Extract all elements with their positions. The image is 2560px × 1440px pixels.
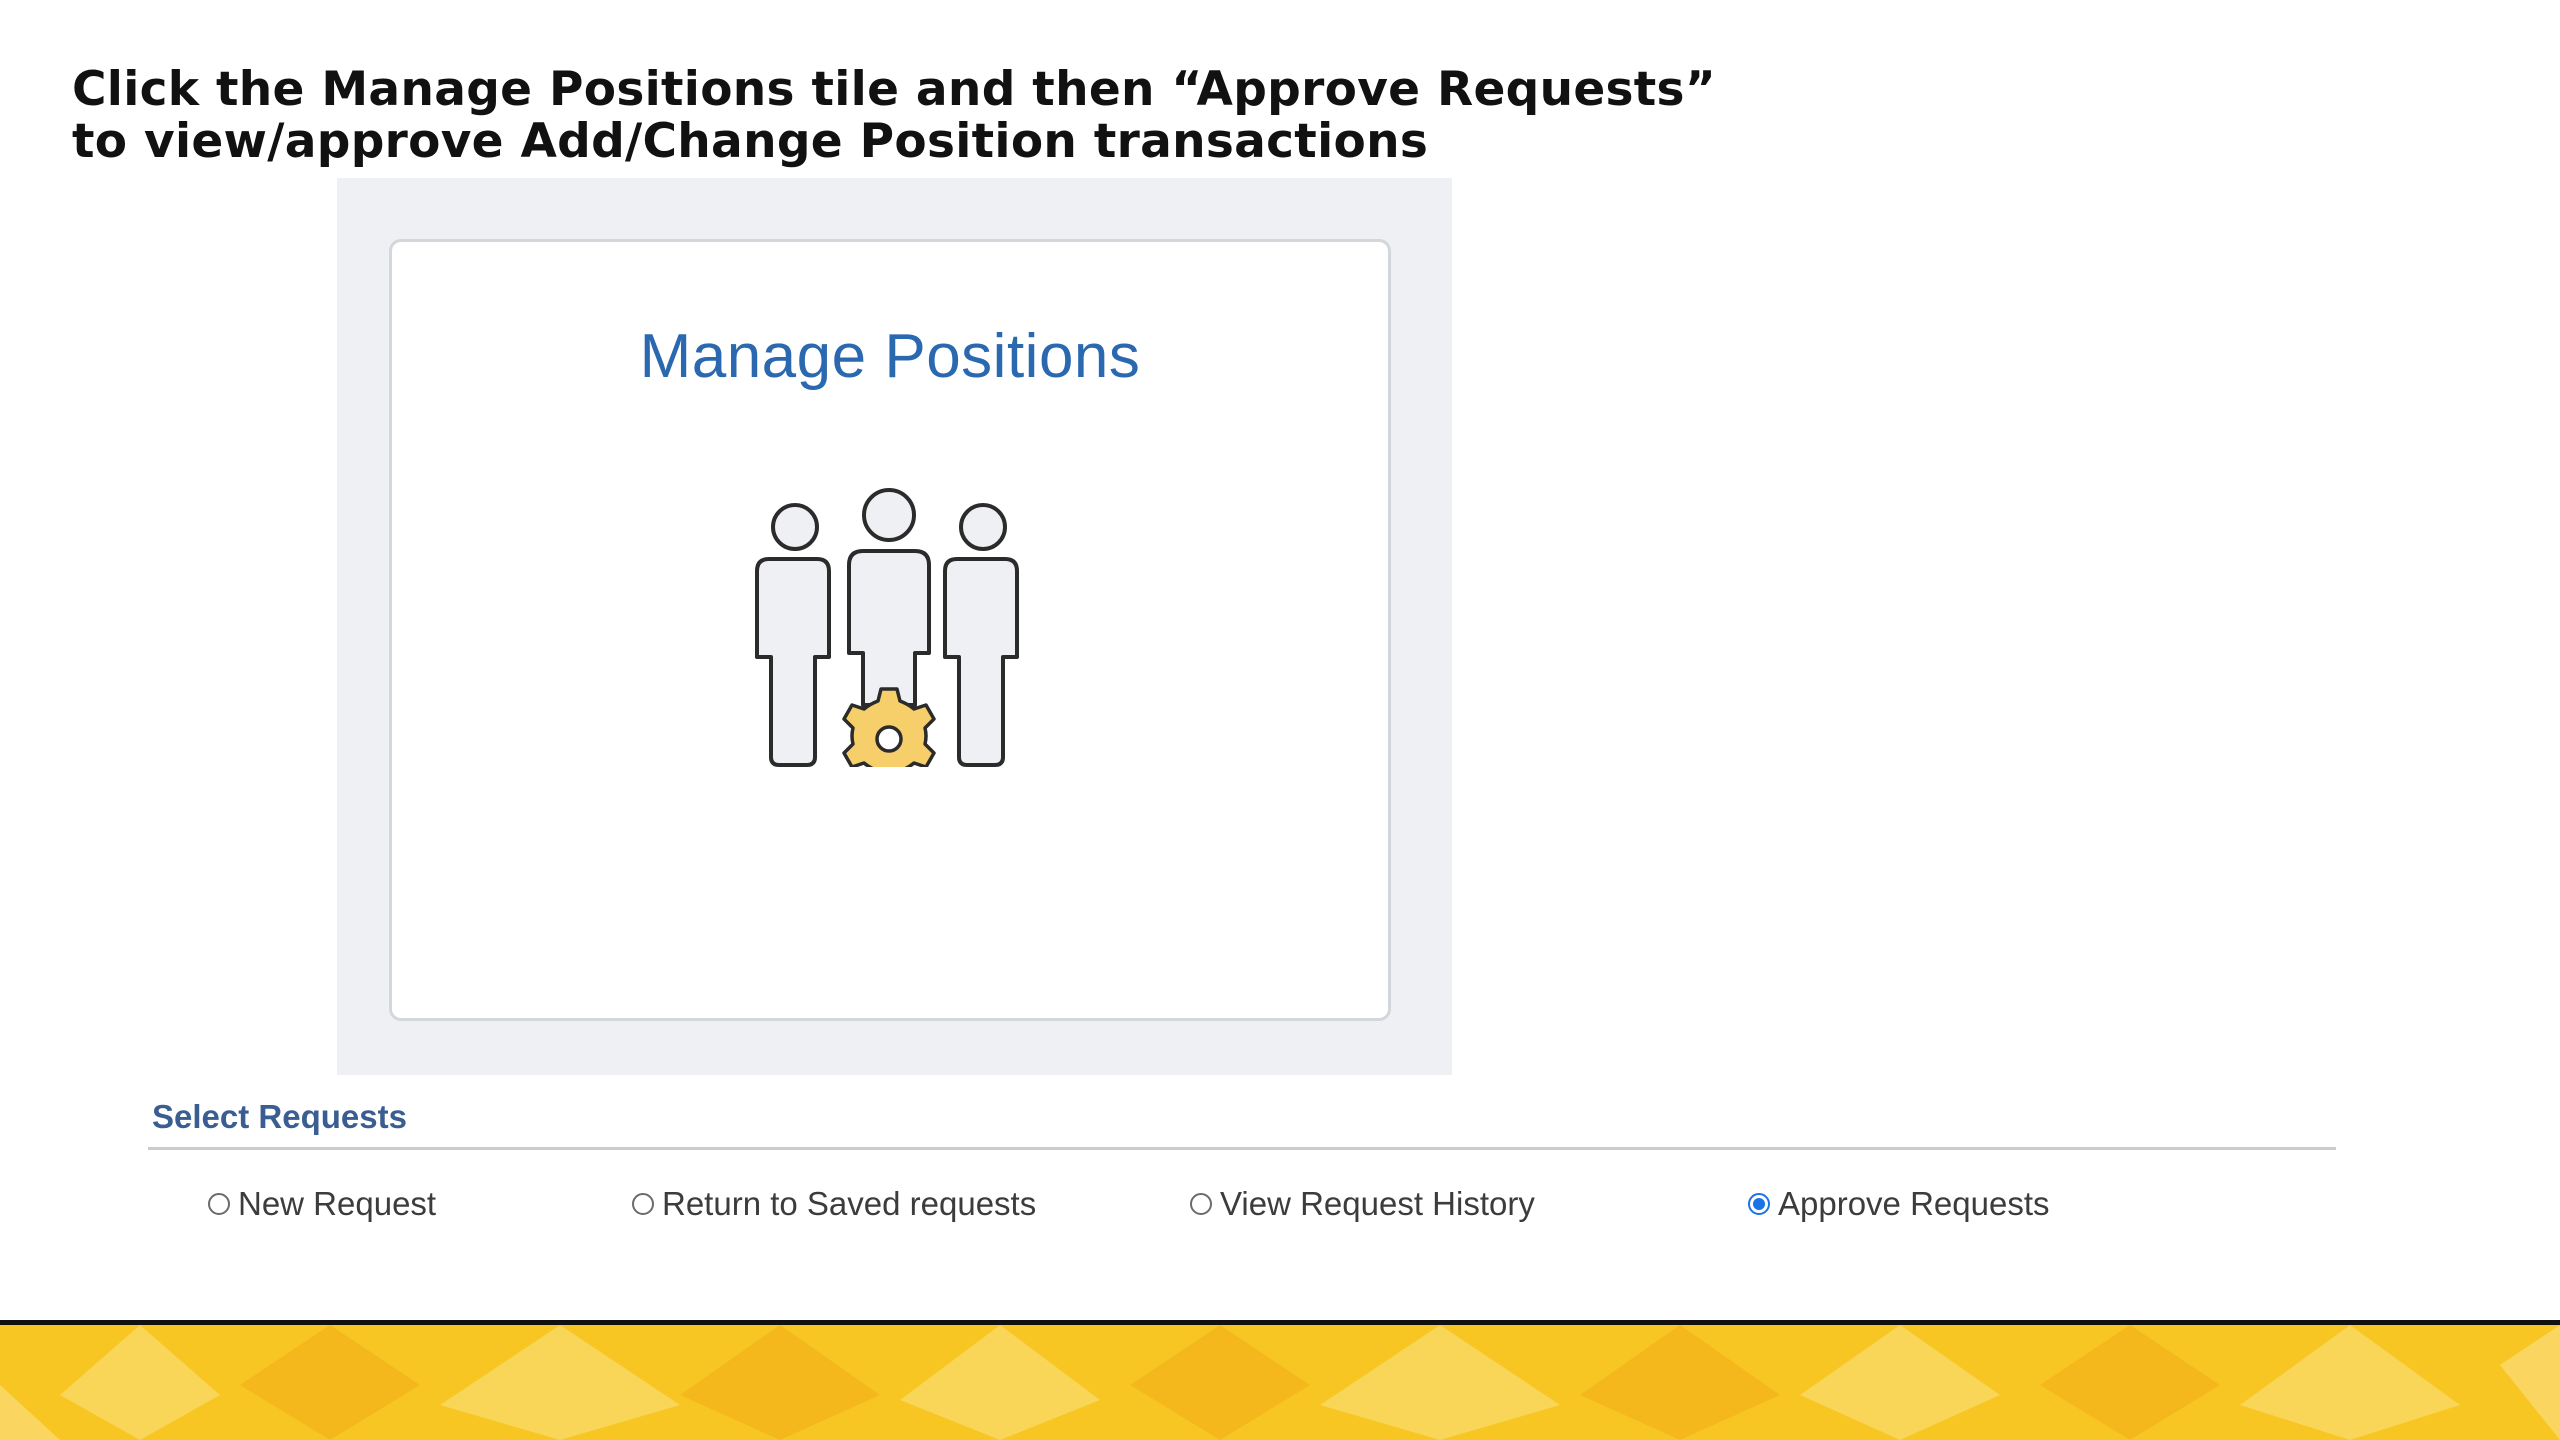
- footer-decorative-band: [0, 1325, 2560, 1440]
- radio-view-request-history[interactable]: View Request History: [1190, 1185, 1535, 1223]
- radio-label: Return to Saved requests: [662, 1185, 1037, 1222]
- people-gear-icon: [755, 488, 1019, 767]
- radio-new-request[interactable]: New Request: [208, 1185, 436, 1223]
- radio-label: View Request History: [1220, 1185, 1535, 1222]
- select-requests-section: Select Requests New Request Return to Sa…: [148, 1095, 2336, 1222]
- radio-label: Approve Requests: [1778, 1185, 2050, 1222]
- gear-icon: [842, 687, 936, 767]
- radio-button[interactable]: [1190, 1193, 1212, 1215]
- radio-label: New Request: [238, 1185, 437, 1222]
- radio-button-selected[interactable]: [1748, 1193, 1770, 1215]
- heading-line-1: Click the Manage Positions tile and then…: [72, 62, 1717, 117]
- select-requests-title: Select Requests: [152, 1098, 407, 1135]
- tile-panel: Manage Positions: [337, 178, 1452, 1075]
- tile-title: Manage Positions: [639, 322, 1141, 391]
- radio-button[interactable]: [208, 1193, 230, 1215]
- instruction-heading: Click the Manage Positions tile and then…: [72, 64, 1872, 168]
- radio-approve-requests[interactable]: Approve Requests: [1748, 1185, 2050, 1223]
- slide: Click the Manage Positions tile and then…: [0, 0, 2560, 1440]
- heading-line-2: to view/approve Add/Change Position tran…: [72, 114, 1429, 169]
- manage-positions-tile[interactable]: Manage Positions: [389, 239, 1391, 1021]
- radio-button[interactable]: [632, 1193, 654, 1215]
- section-divider: [148, 1147, 2336, 1150]
- radio-return-to-saved[interactable]: Return to Saved requests: [632, 1185, 1036, 1223]
